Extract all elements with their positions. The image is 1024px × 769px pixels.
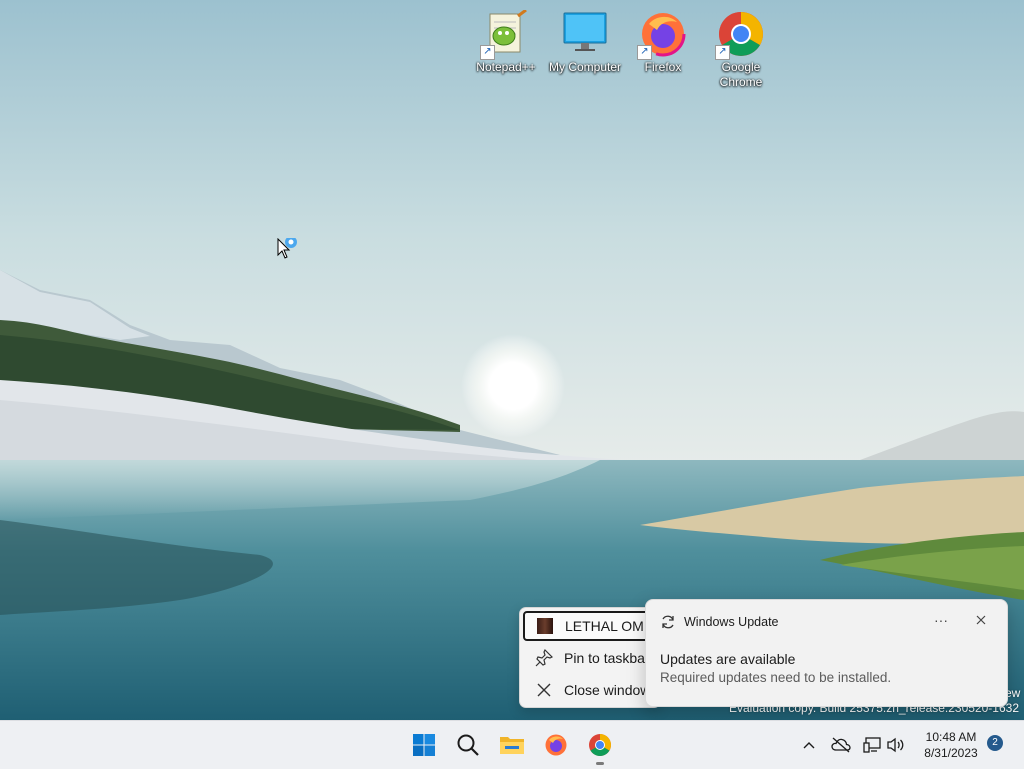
- file-explorer-icon: [500, 737, 524, 754]
- monitor-icon: [561, 10, 609, 58]
- notepad-plus-plus-icon: ↗: [480, 8, 530, 60]
- toast-app-name: Windows Update: [684, 615, 779, 629]
- network-icon: [863, 737, 881, 753]
- notification-toast[interactable]: Windows Update ··· Updates are available…: [645, 599, 1008, 707]
- busy-cursor-icon: [277, 236, 303, 267]
- jumplist-item-label: Pin to taskbar: [564, 650, 650, 666]
- network-button[interactable]: [862, 733, 882, 757]
- search-icon: [457, 734, 479, 756]
- desktop-icon-label: My Computer: [548, 60, 622, 74]
- file-explorer-button[interactable]: [496, 729, 528, 761]
- notification-count-badge[interactable]: 2: [987, 735, 1003, 751]
- taskbar-chrome-button[interactable]: [584, 729, 616, 765]
- taskbar-firefox-button[interactable]: [540, 729, 572, 761]
- shortcut-arrow-icon: ↗: [637, 45, 652, 60]
- clock-date: 8/31/2023: [924, 746, 978, 760]
- chrome-icon: ↗: [715, 10, 765, 60]
- sync-icon: [660, 614, 676, 630]
- taskbar-jump-list: LETHAL OMEGA Pin to taskbar Close window: [519, 607, 661, 708]
- search-button[interactable]: [452, 729, 484, 761]
- jumplist-item-label: Close window: [564, 682, 651, 698]
- toast-close-button[interactable]: [972, 611, 990, 629]
- close-icon: [534, 680, 554, 700]
- close-icon: [976, 615, 986, 625]
- shortcut-arrow-icon: ↗: [480, 45, 495, 60]
- toast-title: Updates are available: [660, 651, 796, 667]
- app-thumbnail-icon: [535, 616, 555, 636]
- desktop-icon-google-chrome[interactable]: ↗ Google Chrome: [703, 10, 779, 90]
- desktop-icon-notepad-plus-plus[interactable]: ↗ Notepad++: [468, 8, 544, 75]
- clock-time: 10:48 AM: [925, 730, 977, 744]
- desktop-icon-label: Firefox: [644, 60, 682, 74]
- chrome-icon: [589, 734, 611, 756]
- desktop-icon-firefox[interactable]: ↗ Firefox: [625, 10, 701, 75]
- desktop-icon-my-computer[interactable]: My Computer: [547, 10, 623, 75]
- desktop-icon-label: Google Chrome: [719, 60, 763, 89]
- onedrive-status-button[interactable]: [830, 733, 852, 757]
- toast-body: Required updates need to be installed.: [660, 670, 892, 685]
- cloud-offline-icon: [831, 737, 851, 753]
- chevron-up-icon: [803, 742, 815, 749]
- jumplist-item-app[interactable]: LETHAL OMEGA: [523, 611, 660, 641]
- firefox-icon: [545, 734, 567, 756]
- firefox-icon: ↗: [637, 10, 687, 60]
- toast-more-options-button[interactable]: ···: [932, 612, 950, 628]
- start-button[interactable]: [408, 729, 440, 761]
- jumplist-item-pin-to-taskbar[interactable]: Pin to taskbar: [524, 644, 660, 672]
- show-hidden-icons-button[interactable]: [800, 733, 818, 757]
- shortcut-arrow-icon: ↗: [715, 45, 730, 60]
- volume-button[interactable]: [886, 733, 906, 757]
- toast-header: Windows Update: [660, 614, 779, 630]
- jumplist-item-close-window[interactable]: Close window: [524, 676, 660, 704]
- start-icon: [413, 734, 435, 756]
- speaker-icon: [887, 737, 904, 753]
- pin-icon: [534, 648, 554, 668]
- system-clock[interactable]: 10:48 AM 8/31/2023: [916, 729, 986, 761]
- desktop-icon-label: Notepad++: [476, 60, 536, 74]
- taskbar: 10:48 AM 8/31/2023: [0, 720, 1024, 769]
